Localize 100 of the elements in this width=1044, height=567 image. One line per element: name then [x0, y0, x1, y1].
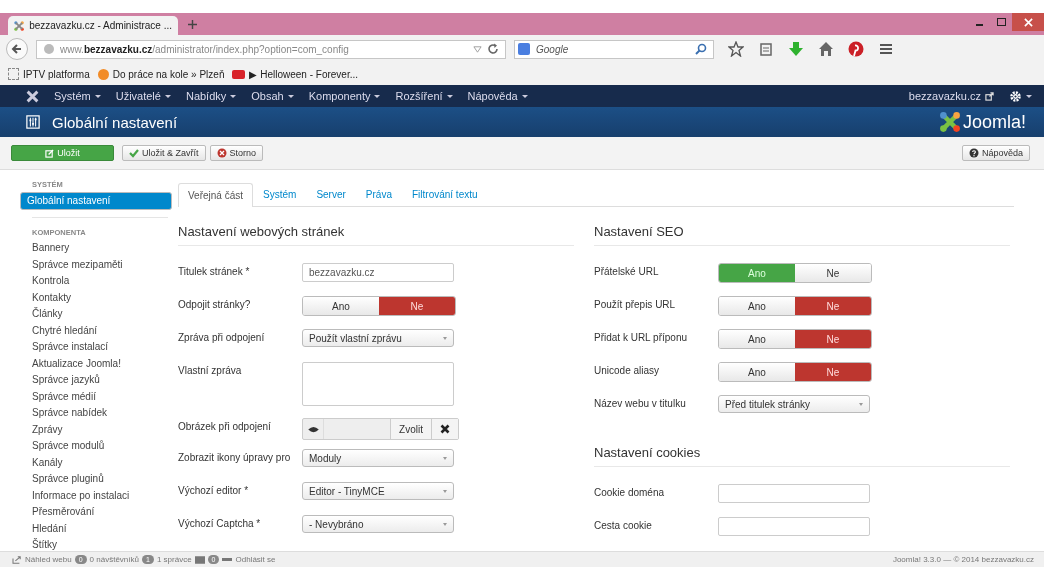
toggle-option[interactable]: Ne	[795, 363, 871, 381]
joomla-logo-icon	[14, 18, 25, 33]
nav-menu-item[interactable]: Obsah	[251, 90, 294, 102]
home-icon[interactable]	[818, 41, 834, 57]
search-icon[interactable]	[695, 43, 707, 55]
new-tab-icon[interactable]	[188, 19, 197, 29]
joomla-logo[interactable]: Joomla!	[938, 111, 1026, 133]
settings-sliders-icon	[26, 115, 40, 129]
sidebar-item[interactable]: Články	[20, 306, 168, 323]
nav-menu-item[interactable]: Rozšíření	[395, 90, 453, 102]
logout-link[interactable]: Odhlásit se	[235, 555, 276, 564]
section-heading: Nastavení SEO	[594, 207, 1010, 246]
bookmark-item[interactable]: ▶ Helloween - Forever...	[232, 68, 359, 80]
field-label: Vlastní zpráva	[178, 364, 243, 376]
sidebar-item[interactable]: Správce pluginů	[20, 471, 168, 488]
sidebar-item[interactable]: Kontakty	[20, 289, 168, 306]
address-field[interactable]: www.bezzavazku.cz/administrator/index.php?option=com_config	[36, 39, 506, 59]
back-icon[interactable]	[6, 38, 28, 60]
settings-icon[interactable]	[1009, 89, 1032, 103]
select-field[interactable]: Editor - TinyMCE	[302, 482, 454, 500]
page-title: Globální nastavení	[52, 113, 178, 131]
sidebar-item[interactable]: Kanály	[20, 454, 168, 471]
field-label: Výchozí editor *	[178, 484, 250, 496]
sidebar-item[interactable]: Správce médií	[20, 388, 168, 405]
cancel-icon	[216, 148, 227, 158]
star-icon[interactable]	[728, 41, 744, 57]
version-text: Joomla! 3.3.0 — © 2014 bezzavazku.cz	[892, 555, 1034, 564]
search-engine-icon[interactable]	[518, 43, 530, 55]
nav-menu-item[interactable]: Uživatelé	[115, 90, 171, 102]
textarea-field[interactable]	[302, 362, 454, 406]
text-field[interactable]	[718, 484, 870, 503]
toggle-option[interactable]: Ano	[719, 297, 795, 315]
sidebar-item[interactable]: Bannery	[20, 240, 168, 257]
field-label: Přátelské URL	[594, 265, 660, 277]
nav-menu-item[interactable]: Systém	[54, 90, 101, 102]
site-link[interactable]: bezzavazku.cz	[908, 90, 994, 102]
nav-menu-item[interactable]: Komponenty	[308, 90, 381, 102]
sidebar-item[interactable]: Globální nastavení	[20, 192, 172, 210]
sidebar-item[interactable]: Správce mezipaměti	[20, 256, 168, 273]
check-icon	[129, 148, 139, 158]
sidebar-item[interactable]: Správce nabídek	[20, 405, 168, 422]
browser-tab[interactable]: bezzavazku.cz - Administrace ...	[8, 16, 178, 35]
field-label: Titulek stránek *	[178, 265, 251, 277]
text-field[interactable]	[718, 517, 870, 536]
toolbar-button[interactable]: Uložit & Zavřít	[122, 145, 206, 161]
close-icon[interactable]	[1012, 13, 1044, 31]
sidebar-item[interactable]: Správce modulů	[20, 438, 168, 455]
tab[interactable]: Veřejná část	[178, 183, 254, 207]
field-label: Obrázek při odpojení	[178, 420, 272, 432]
toggle-option[interactable]: Ano	[719, 363, 795, 381]
sidebar-item[interactable]: Informace po instalaci	[20, 487, 168, 504]
sidebar-item[interactable]: Správce jazyků	[20, 372, 168, 389]
bookmark-item[interactable]: IPTV platforma	[8, 68, 90, 80]
select-field[interactable]: Před titulek stránky	[718, 395, 870, 413]
external-link-icon	[985, 91, 994, 101]
select-field[interactable]: Moduly	[302, 449, 454, 467]
sidebar-item[interactable]: Hledání	[20, 520, 168, 537]
admins-text: 1 správce	[156, 555, 192, 564]
sidebar-item[interactable]: Správce instalací	[20, 339, 168, 356]
toggle-option[interactable]: Ano	[719, 330, 795, 348]
menu-icon[interactable]	[878, 41, 894, 57]
tab[interactable]: Práva	[355, 188, 402, 206]
text-field[interactable]: bezzavazku.cz	[302, 263, 454, 282]
nav-menu-item[interactable]: Nápověda	[467, 90, 528, 102]
sidebar-item[interactable]: Štítky	[20, 537, 168, 554]
pin-icon[interactable]	[848, 41, 864, 57]
field-label: Přidat k URL příponu	[594, 331, 688, 343]
field-label: Zobrazit ikony úpravy pro	[178, 451, 292, 463]
sidebar-item[interactable]: Zprávy	[20, 421, 168, 438]
toggle-option[interactable]: Ne	[379, 297, 455, 315]
field-label: Cesta cookie	[594, 519, 653, 531]
field-label: Odpojit stránky?	[178, 298, 252, 310]
field-label: Zpráva při odpojení	[178, 331, 266, 343]
tab[interactable]: Systém	[253, 188, 307, 206]
toggle-option[interactable]: Ne	[795, 330, 871, 348]
toggle-option[interactable]: Ano	[303, 297, 379, 315]
toggle-option[interactable]: Ne	[795, 264, 871, 282]
tab[interactable]: Filtrování textu	[401, 188, 488, 206]
toggle-option[interactable]: Ne	[795, 297, 871, 315]
reload-icon[interactable]	[487, 43, 499, 55]
select-field[interactable]: Použít vlastní zprávu	[302, 329, 454, 347]
field-label: Unicode aliasy	[594, 364, 661, 376]
clipboard-icon[interactable]	[758, 41, 774, 57]
preview-link[interactable]: Náhled webu	[25, 555, 72, 564]
video-icon	[232, 69, 246, 79]
help-icon	[968, 148, 979, 158]
nav-menu-item[interactable]: Nabídky	[185, 90, 237, 102]
bookmark-item[interactable]: Do práce na kole » Plzeň	[97, 68, 225, 80]
select-field[interactable]: - Nevybráno	[302, 515, 454, 533]
search-field[interactable]: Google	[514, 39, 714, 59]
sidebar-item[interactable]: Přesměrování	[20, 504, 168, 521]
toolbar-button[interactable]: Storno	[209, 145, 264, 161]
joomla-logo-icon[interactable]	[26, 89, 39, 103]
help-button[interactable]: Nápověda	[961, 145, 1030, 161]
sidebar-item[interactable]: Chytré hledání	[20, 322, 168, 339]
sidebar-item[interactable]: Kontrola	[20, 273, 168, 290]
tab[interactable]: Server	[306, 188, 356, 206]
section-heading: Nastavení webových stránek	[178, 207, 574, 246]
mail-icon	[194, 555, 205, 564]
sidebar-item[interactable]: Aktualizace Joomla!	[20, 355, 168, 372]
